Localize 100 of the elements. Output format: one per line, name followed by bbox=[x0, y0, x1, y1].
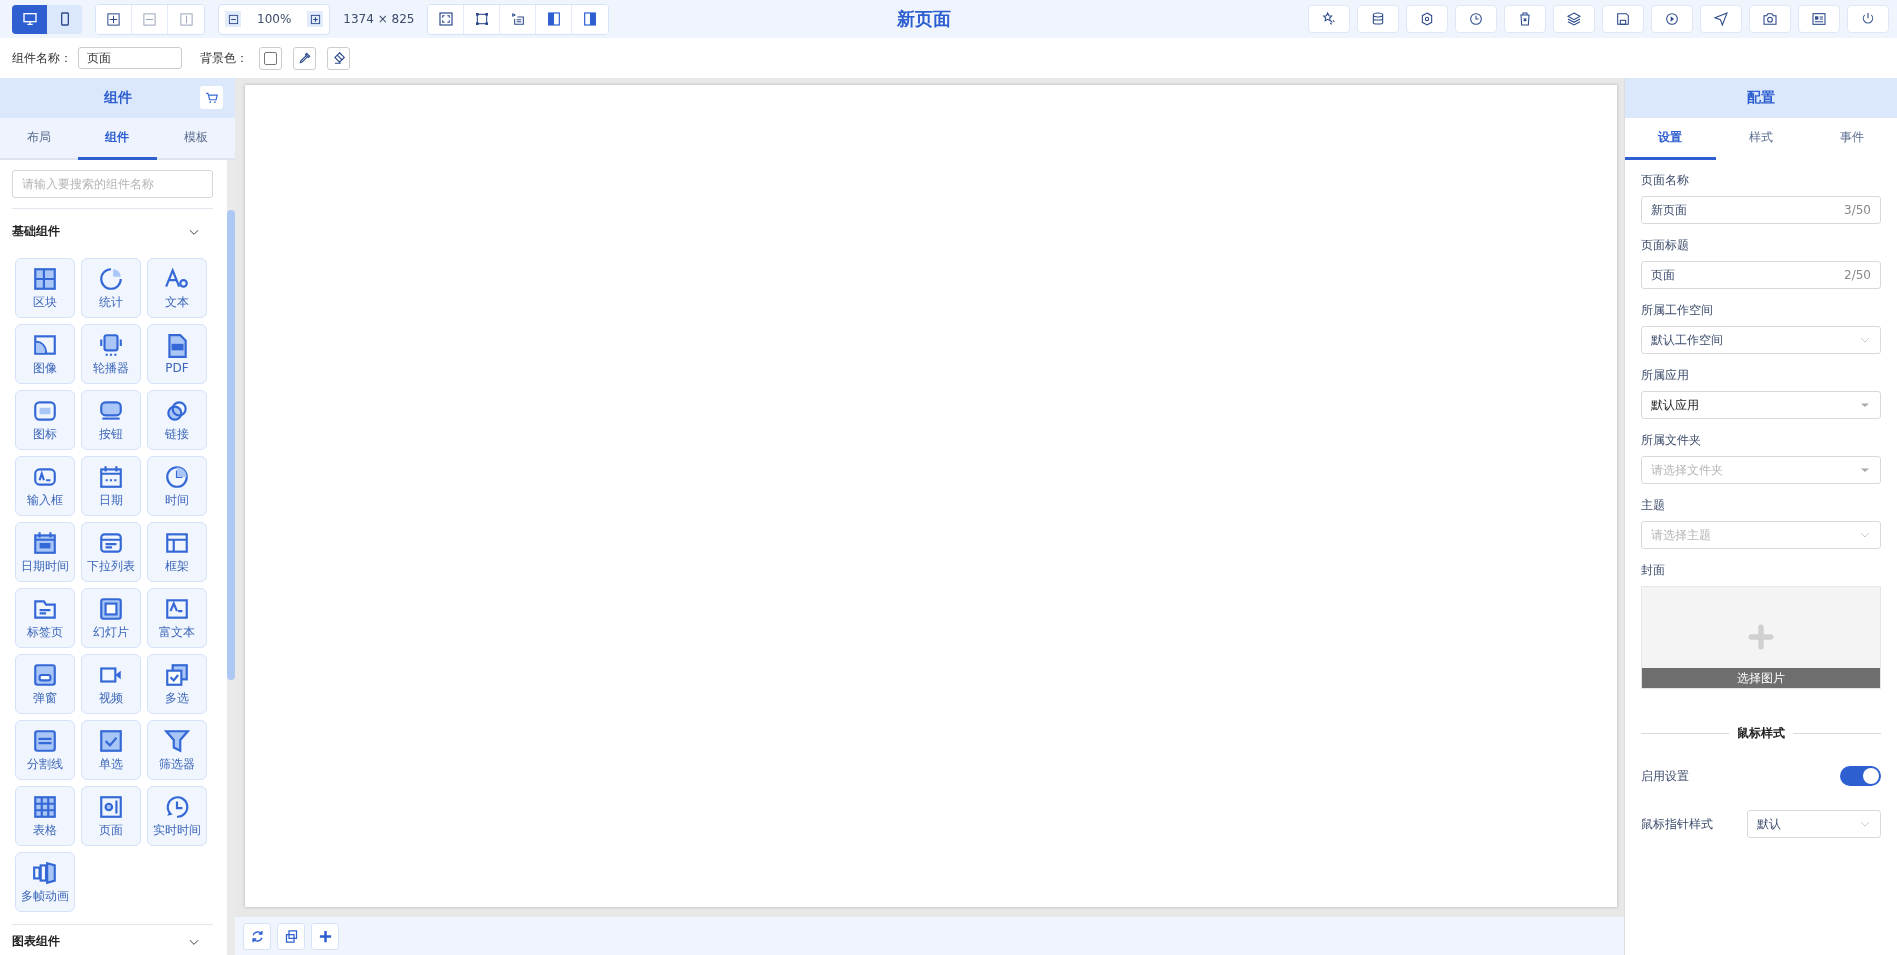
funnel-icon bbox=[164, 727, 190, 754]
eyedropper-icon bbox=[297, 51, 312, 65]
id-card-button[interactable] bbox=[1798, 5, 1840, 33]
component-tile[interactable]: 文本 bbox=[147, 258, 207, 318]
zoom-out-button[interactable] bbox=[225, 11, 241, 27]
eraser-button[interactable] bbox=[327, 46, 350, 70]
field-label: 主题 bbox=[1641, 497, 1666, 514]
component-tile[interactable]: 输入框 bbox=[15, 456, 75, 516]
component-tile[interactable]: 实时时间 bbox=[147, 786, 207, 846]
component-tile[interactable]: 筛选器 bbox=[147, 720, 207, 780]
move-button[interactable] bbox=[96, 4, 132, 34]
component-tile[interactable]: 区块 bbox=[15, 258, 75, 318]
canvas-size: 1374 × 825 bbox=[343, 12, 415, 26]
move-icon bbox=[106, 11, 121, 27]
panel-tab[interactable]: 布局 bbox=[0, 118, 79, 160]
clock-icon bbox=[164, 793, 190, 820]
component-tile[interactable]: 下拉列表 bbox=[81, 522, 141, 582]
database-icon bbox=[1370, 11, 1386, 27]
dropdown-field[interactable]: 默认 bbox=[1747, 810, 1881, 838]
send-button[interactable] bbox=[1700, 5, 1742, 33]
power-button[interactable] bbox=[1847, 5, 1889, 33]
component-tile[interactable]: 标签页 bbox=[15, 588, 75, 648]
pie-chart-icon bbox=[98, 265, 124, 292]
component-tile[interactable]: 日期 bbox=[81, 456, 141, 516]
zoom-level: 100% bbox=[256, 12, 293, 26]
magic-star-icon bbox=[1321, 11, 1337, 27]
component-tile[interactable]: 时间 bbox=[147, 456, 207, 516]
field-label: 所属文件夹 bbox=[1641, 432, 1702, 449]
play-button[interactable] bbox=[1651, 5, 1693, 33]
component-tile[interactable]: 统计 bbox=[81, 258, 141, 318]
component-tile[interactable]: 日期时间 bbox=[15, 522, 75, 582]
component-tile[interactable]: 框架 bbox=[147, 522, 207, 582]
camera-icon bbox=[1762, 11, 1778, 27]
component-tile[interactable]: PDF bbox=[147, 324, 207, 384]
refresh-button[interactable] bbox=[243, 922, 271, 950]
component-tile[interactable]: 按钮 bbox=[81, 390, 141, 450]
section-title: 鼠标样式 bbox=[1737, 725, 1785, 742]
panel-tab[interactable]: 模板 bbox=[156, 118, 235, 160]
field-label: 页面名称 bbox=[1641, 172, 1690, 189]
component-tile[interactable]: 轮播器 bbox=[81, 324, 141, 384]
component-tile[interactable]: 视频 bbox=[81, 654, 141, 714]
toggle-switch[interactable] bbox=[1840, 766, 1881, 786]
minus-icon bbox=[227, 13, 239, 25]
clock-button[interactable] bbox=[1455, 5, 1497, 33]
component-tile[interactable]: 表格 bbox=[15, 786, 75, 846]
color-swatch-button[interactable] bbox=[259, 46, 282, 70]
magic-star-button[interactable] bbox=[1308, 5, 1350, 33]
delete-button[interactable] bbox=[1504, 5, 1546, 33]
settings-button[interactable] bbox=[1406, 5, 1448, 33]
carousel-icon bbox=[98, 331, 124, 358]
component-tile[interactable]: 多选 bbox=[147, 654, 207, 714]
dropdown-field[interactable]: 默认应用 bbox=[1641, 391, 1881, 419]
desktop-view-button[interactable] bbox=[12, 4, 47, 34]
text-field[interactable]: 新页面 3/50 bbox=[1641, 196, 1881, 224]
scrollbar[interactable] bbox=[227, 160, 235, 955]
section-title: 图表组件 bbox=[12, 933, 60, 950]
component-tile[interactable]: 多帧动画 bbox=[15, 852, 75, 912]
id-card-icon bbox=[1811, 11, 1827, 27]
checkbox-icon bbox=[164, 661, 190, 688]
save-icon bbox=[1615, 11, 1631, 27]
component-tile[interactable]: 图像 bbox=[15, 324, 75, 384]
choose-image-button[interactable]: 选择图片 bbox=[1642, 668, 1880, 688]
camera-button[interactable] bbox=[1749, 5, 1791, 33]
vertical-resize-icon bbox=[178, 11, 194, 27]
component-tile[interactable]: 弹窗 bbox=[15, 654, 75, 714]
dropdown-field[interactable]: 默认工作空间 bbox=[1641, 326, 1881, 354]
grid-icon bbox=[32, 265, 58, 292]
component-tile[interactable]: 单选 bbox=[81, 720, 141, 780]
layers-button[interactable] bbox=[1553, 5, 1595, 33]
send-icon bbox=[1713, 11, 1729, 27]
section-title: 基础组件 bbox=[12, 223, 60, 240]
clock-icon bbox=[1468, 11, 1484, 27]
component-tile[interactable]: 页面 bbox=[81, 786, 141, 846]
database-button[interactable] bbox=[1357, 5, 1399, 33]
cart-button[interactable] bbox=[200, 86, 223, 109]
save-button[interactable] bbox=[1602, 5, 1644, 33]
field-label: 所属工作空间 bbox=[1641, 302, 1714, 319]
outline-icon bbox=[509, 11, 526, 27]
image-upload[interactable]: 选择图片 bbox=[1641, 586, 1881, 689]
component-tile[interactable]: 富文本 bbox=[147, 588, 207, 648]
component-name-field[interactable]: 页面 bbox=[78, 47, 182, 69]
component-tile[interactable]: 分割线 bbox=[15, 720, 75, 780]
component-tile[interactable]: 链接 bbox=[147, 390, 207, 450]
fit-screen-icon bbox=[437, 11, 454, 27]
refresh-icon bbox=[249, 928, 265, 944]
background-color-label: 背景色： bbox=[200, 49, 248, 67]
horizontal-resize-icon bbox=[142, 11, 157, 27]
copy-button[interactable] bbox=[277, 922, 305, 950]
eyedropper-button[interactable] bbox=[293, 46, 316, 70]
panels-icon bbox=[32, 859, 58, 886]
component-tile[interactable]: 图标 bbox=[15, 390, 75, 450]
text-field[interactable]: 页面 2/50 bbox=[1641, 261, 1881, 289]
plus-icon bbox=[309, 13, 321, 25]
search-field[interactable]: 请输入要搜索的组件名称 bbox=[12, 170, 213, 198]
zoom-in-button[interactable] bbox=[307, 11, 324, 27]
field-label: 页面标题 bbox=[1641, 237, 1690, 254]
add-button[interactable] bbox=[311, 922, 339, 950]
dialog-icon bbox=[32, 661, 58, 688]
component-tile[interactable]: 幻灯片 bbox=[81, 588, 141, 648]
panel-tab[interactable]: 组件 bbox=[78, 118, 157, 160]
